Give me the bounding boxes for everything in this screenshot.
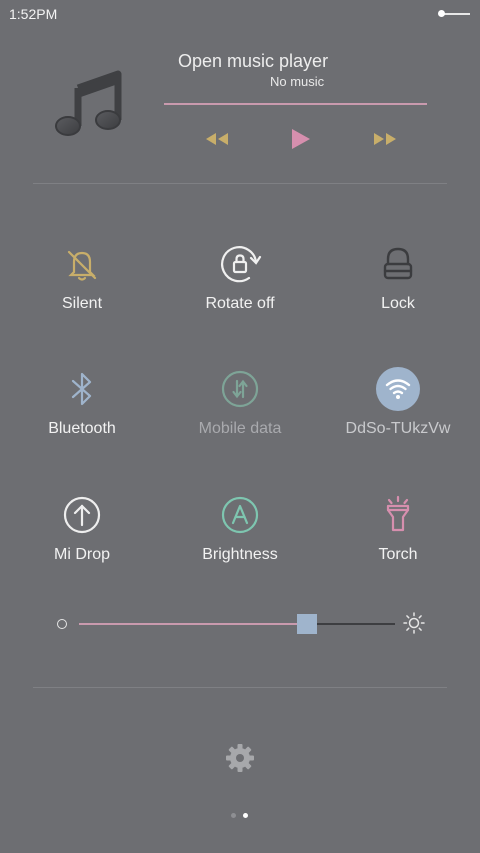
auto-brightness-icon [218, 493, 262, 537]
toggle-bluetooth[interactable]: Bluetooth [12, 367, 152, 477]
brightness-low-icon [57, 619, 67, 629]
brightness-thumb[interactable] [296, 614, 317, 634]
play-icon[interactable] [286, 128, 316, 150]
page-dot-active [243, 813, 248, 818]
page-dot [231, 813, 236, 818]
toggle-silent[interactable]: Silent [12, 242, 152, 352]
toggle-lock[interactable]: Lock [328, 242, 468, 352]
toggle-mobile-data[interactable]: Mobile data [170, 367, 310, 477]
music-subtitle: No music [270, 74, 325, 89]
bell-off-icon [60, 242, 104, 286]
fast-forward-icon[interactable] [370, 128, 400, 150]
toggle-label: Bluetooth [48, 420, 116, 437]
status-time: 1:52PM [9, 6, 58, 22]
status-bar: 1:52PM [0, 0, 480, 28]
rotate-lock-icon [218, 242, 262, 286]
toggle-label: Lock [381, 295, 415, 312]
music-progress-bar [164, 103, 427, 105]
wifi-icon [376, 367, 420, 411]
brightness-high-icon [403, 612, 425, 634]
toggle-label: Mi Drop [53, 546, 110, 563]
lock-icon [376, 242, 420, 286]
toggle-label: DdSo-TUkzVw [345, 420, 451, 437]
page-indicator [229, 812, 251, 820]
brightness-track-filled [79, 623, 307, 625]
toggle-label: Torch [378, 546, 418, 563]
gear-icon[interactable] [224, 742, 256, 774]
quick-settings-handle[interactable] [438, 9, 470, 19]
toggle-mi-drop[interactable]: Mi Drop [12, 493, 152, 603]
flashlight-icon [376, 493, 420, 537]
brightness-track [316, 623, 395, 625]
divider [33, 183, 447, 184]
divider [33, 687, 447, 688]
brightness-slider[interactable] [55, 610, 425, 640]
rewind-icon[interactable] [202, 128, 232, 150]
toggle-brightness[interactable]: Brightness [170, 493, 310, 603]
music-title[interactable]: Open music player [178, 51, 328, 72]
music-note-icon[interactable] [54, 68, 124, 140]
toggle-torch[interactable]: Torch [328, 493, 468, 603]
toggle-wifi[interactable]: DdSo-TUkzVw [328, 367, 468, 477]
toggle-rotate[interactable]: Rotate off [170, 242, 310, 352]
mobile-data-icon [218, 367, 262, 411]
toggle-label: Brightness [202, 546, 278, 563]
upload-icon [60, 493, 104, 537]
bluetooth-icon [60, 367, 104, 411]
toggle-label: Silent [61, 295, 103, 312]
toggle-label: Rotate off [205, 295, 275, 312]
toggle-label: Mobile data [198, 420, 282, 437]
